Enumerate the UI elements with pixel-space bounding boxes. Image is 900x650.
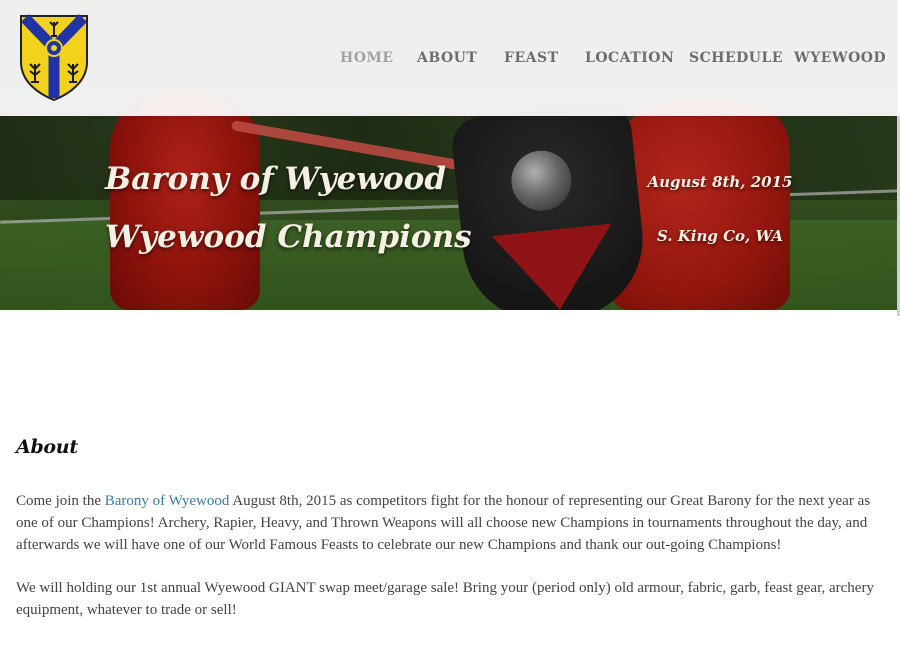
site-header: HOME ABOUT FEAST LOCATION SCHEDULE WYEWO… xyxy=(0,0,900,116)
about-paragraph-2: We will holding our 1st annual Wyewood G… xyxy=(16,580,874,618)
nav-home[interactable]: HOME xyxy=(340,50,394,66)
event-date: August 8th, 2015 xyxy=(647,173,793,191)
nav-schedule[interactable]: SCHEDULE xyxy=(689,50,783,66)
hero-title: Barony of Wyewood Wyewood Champions xyxy=(105,150,472,266)
about-paragraph-1: Come join the Barony of Wyewood August 8… xyxy=(16,490,888,556)
nav-location[interactable]: LOCATION xyxy=(585,50,674,66)
nav-about[interactable]: ABOUT xyxy=(417,50,477,66)
hero-title-line2: Wyewood Champions xyxy=(105,219,472,255)
event-location: S. King Co, WA xyxy=(656,227,783,245)
about-p1-intro: Come join the xyxy=(16,493,105,509)
hero-title-line1: Barony of Wyewood xyxy=(105,161,447,197)
barony-logo-icon[interactable] xyxy=(19,14,89,102)
nav-wyewood[interactable]: WYEWOOD xyxy=(794,50,886,66)
barony-link[interactable]: Barony of Wyewood xyxy=(105,493,230,509)
about-section: About Come join the Barony of Wyewood Au… xyxy=(16,436,888,621)
hero-event-info: August 8th, 2015 S. King Co, WA xyxy=(640,165,800,250)
nav-feast[interactable]: FEAST xyxy=(504,50,559,66)
about-heading: About xyxy=(16,436,78,458)
